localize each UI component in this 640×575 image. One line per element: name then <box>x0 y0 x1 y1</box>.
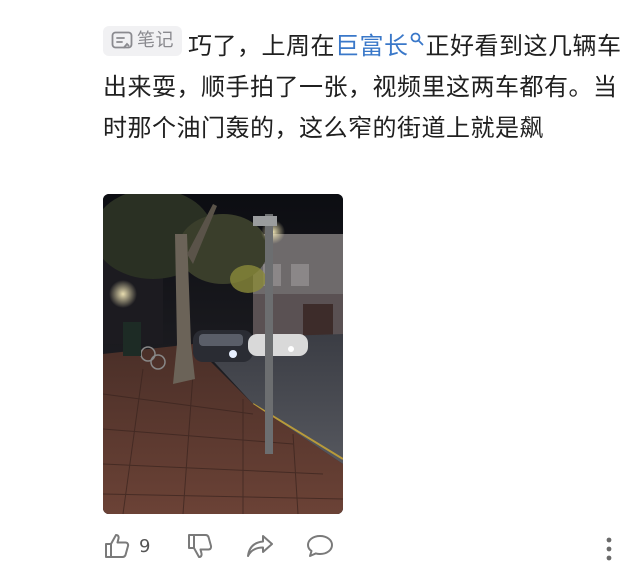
note-icon <box>111 31 133 51</box>
more-icon <box>605 537 613 566</box>
keyword-link[interactable]: 巨富长 <box>335 32 409 60</box>
action-bar: 9 <box>103 532 623 568</box>
like-button[interactable]: 9 <box>103 532 150 560</box>
like-count: 9 <box>139 535 151 557</box>
thumbs-down-icon <box>186 532 214 560</box>
comment-button[interactable] <box>305 532 335 560</box>
street-photo[interactable] <box>103 194 343 514</box>
comment-text-before: 巧了，上周在 <box>188 32 335 60</box>
dislike-button[interactable] <box>186 532 214 560</box>
more-button[interactable] <box>605 536 613 566</box>
share-icon <box>245 532 275 560</box>
thumbs-up-icon <box>103 532 131 560</box>
share-button[interactable] <box>245 532 275 560</box>
comment-body: 笔记 巧了，上周在巨富长 正好看到这几辆车出来耍，顺手拍了一张，视频里这两车都有。… <box>103 18 623 149</box>
search-icon[interactable] <box>410 18 424 59</box>
comment-icon <box>305 532 335 560</box>
note-tag[interactable]: 笔记 <box>103 26 182 56</box>
note-tag-label: 笔记 <box>137 30 174 51</box>
